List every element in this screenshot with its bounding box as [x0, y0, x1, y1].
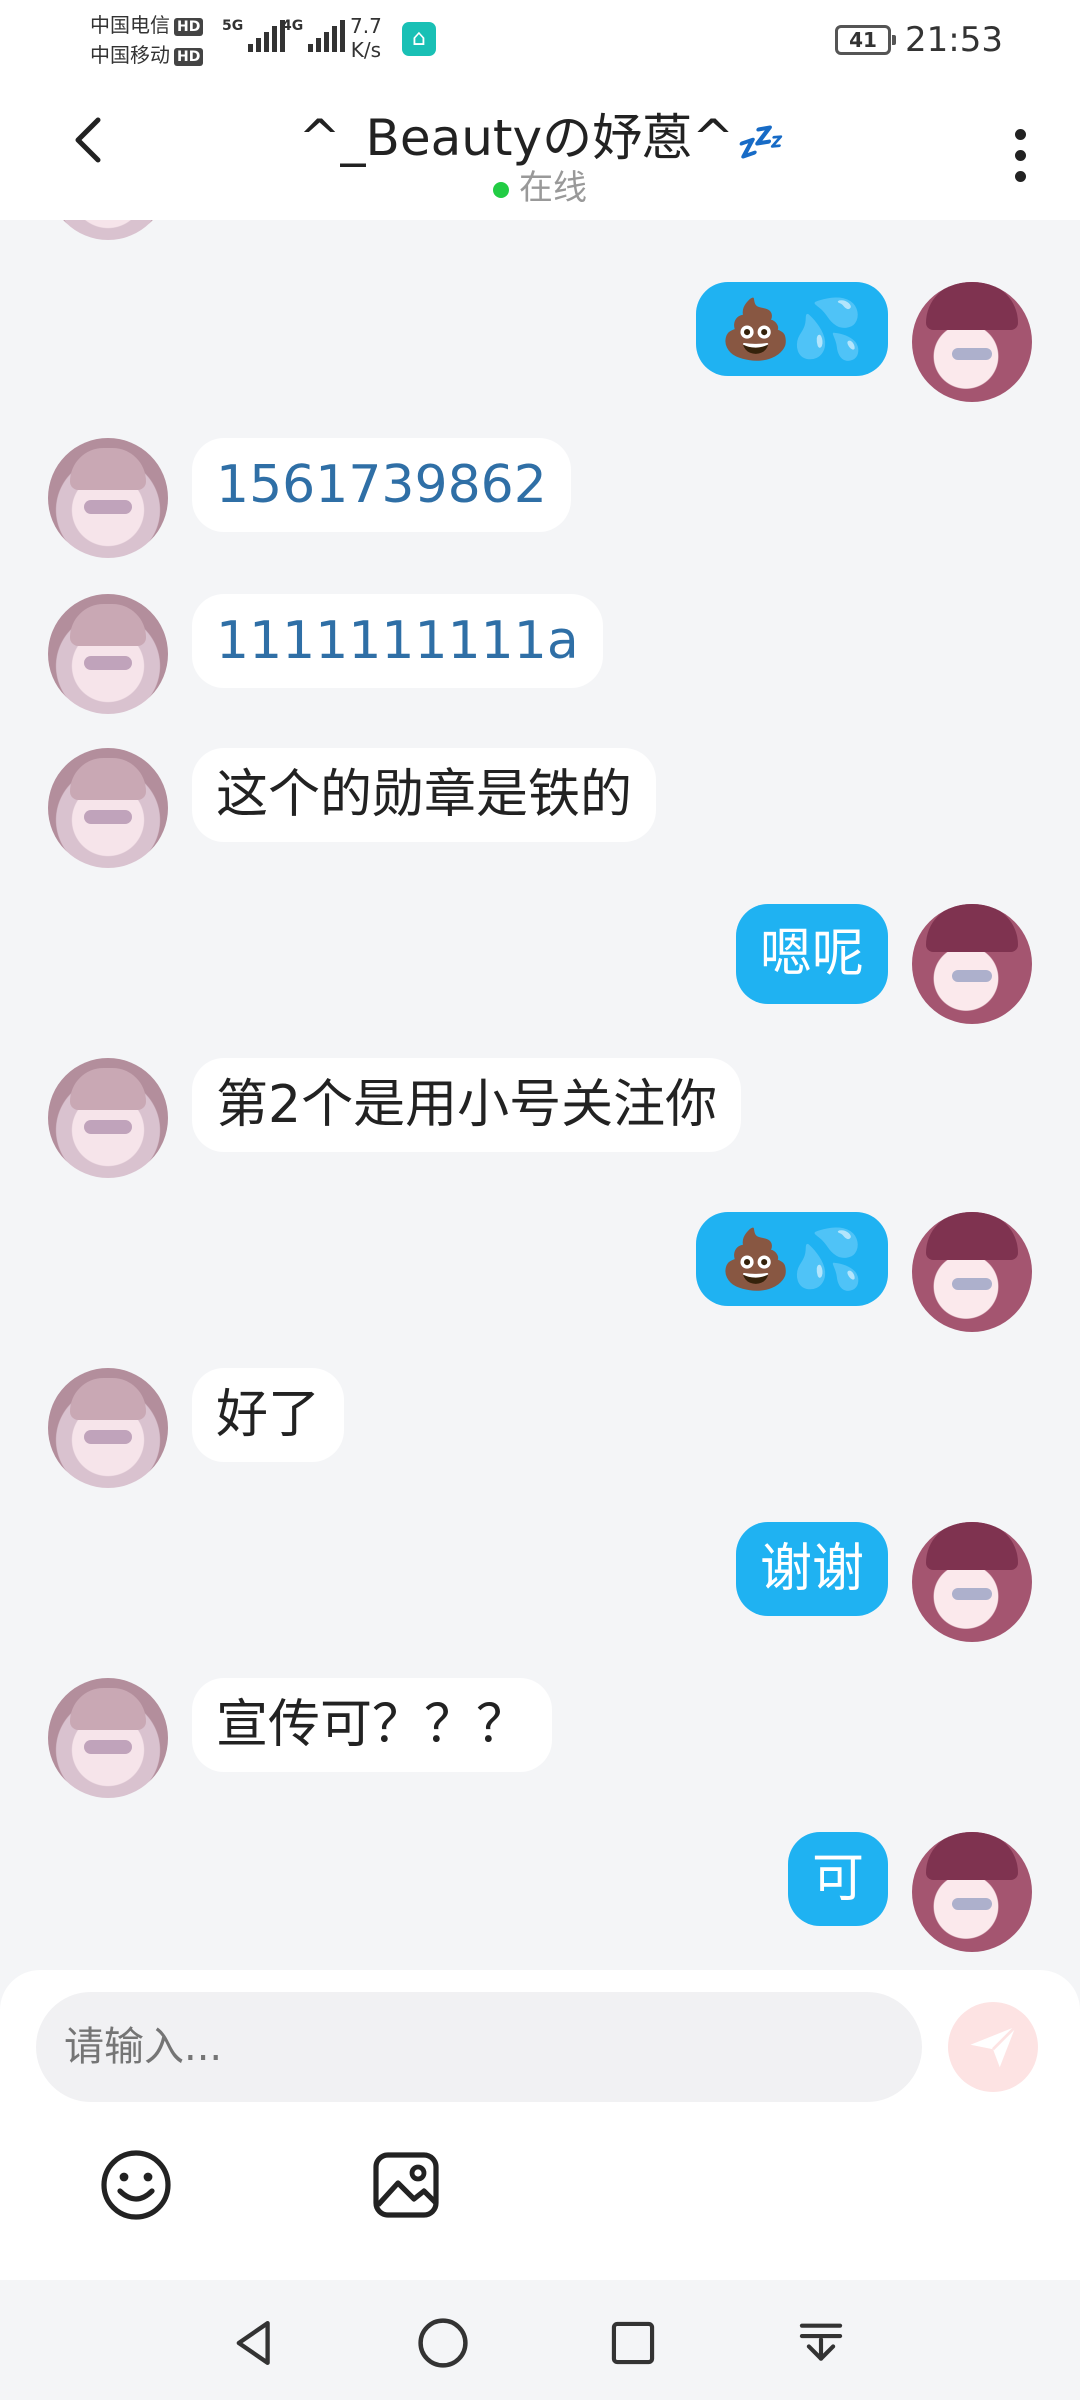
- message-input[interactable]: [36, 1992, 922, 2102]
- message-bubble-self[interactable]: 谢谢: [735, 1522, 888, 1616]
- message-row-other: 1561739862: [0, 438, 1080, 568]
- carrier-info: 中国电信 HD 中国移动 HD: [90, 10, 204, 70]
- message-row-other: 宣传可？？？: [0, 1678, 1080, 1808]
- my-avatar[interactable]: [912, 1212, 1032, 1332]
- clock: 21:53: [905, 20, 1003, 60]
- hd-badge-1: HD: [174, 17, 204, 36]
- online-dot-icon: [493, 181, 509, 198]
- message-bubble-other[interactable]: 1111111111a: [192, 594, 603, 688]
- contact-avatar[interactable]: [48, 1678, 168, 1798]
- system-navigation-bar: [0, 2280, 1080, 2400]
- my-avatar[interactable]: [912, 282, 1032, 402]
- contact-avatar[interactable]: [48, 1058, 168, 1178]
- signal-5g-icon: 5G: [222, 18, 286, 52]
- message-row-other: 第2个是用小号关注你: [0, 1058, 1080, 1188]
- contact-avatar[interactable]: [48, 220, 168, 240]
- message-row-other: 1111111111a: [0, 594, 1080, 724]
- nav-back-icon: [236, 2321, 270, 2365]
- chat-header: ^_Beautyの妤蒽^💤 在线: [0, 80, 1080, 220]
- more-options-button[interactable]: [990, 110, 1050, 200]
- nav-home-button[interactable]: [408, 2308, 478, 2378]
- sleep-emoji: 💤: [734, 120, 782, 164]
- message-row-partial: [0, 220, 1080, 250]
- network-speed: 7.7 K/s: [350, 14, 382, 62]
- message-bubble-self[interactable]: 嗯呢: [735, 904, 888, 1004]
- nav-notification-icon: [799, 2323, 843, 2361]
- signal-4g-label: 4G: [282, 18, 304, 34]
- hd-badge-2: HD: [174, 47, 204, 66]
- nav-back-button[interactable]: [220, 2308, 290, 2378]
- my-avatar[interactable]: [912, 904, 1032, 1024]
- message-row-self: 谢谢: [0, 1522, 1080, 1652]
- app-notification-icon: ⌂: [402, 22, 436, 56]
- message-bubble-other[interactable]: 好了: [192, 1368, 345, 1462]
- chat-title-text: ^_Beautyの妤蒽^: [298, 109, 735, 167]
- nav-recents-button[interactable]: [598, 2308, 668, 2378]
- send-button[interactable]: [948, 2002, 1038, 2092]
- message-bubble-other[interactable]: 这个的勋章是铁的: [192, 748, 657, 842]
- battery-level: 41: [849, 28, 877, 52]
- carrier-2: 中国移动: [90, 43, 170, 67]
- signal-5g-label: 5G: [222, 18, 244, 34]
- message-bubble-other[interactable]: 宣传可？？？: [192, 1678, 553, 1772]
- contact-avatar[interactable]: [48, 438, 168, 558]
- message-row-other: 好了: [0, 1368, 1080, 1498]
- emoji-button[interactable]: [96, 2145, 176, 2225]
- image-button[interactable]: [366, 2145, 446, 2225]
- online-status-text: 在线: [519, 168, 587, 208]
- message-row-other: 这个的勋章是铁的: [0, 748, 1080, 878]
- message-bubble-other[interactable]: 第2个是用小号关注你: [192, 1058, 742, 1152]
- more-vertical-icon: [1014, 128, 1026, 140]
- message-bubble-self[interactable]: 可: [787, 1832, 888, 1926]
- status-bar: 中国电信 HD 中国移动 HD 5G 4G 7.7 K/s ⌂ 41 21:53: [0, 0, 1080, 80]
- message-row-self: 可: [0, 1832, 1080, 1962]
- signal-4g-icon: 4G: [282, 18, 346, 52]
- nav-notification-button[interactable]: [786, 2308, 856, 2378]
- contact-avatar[interactable]: [48, 1368, 168, 1488]
- message-bubble-self[interactable]: 💩💦: [695, 282, 888, 376]
- online-status: 在线: [0, 160, 1080, 209]
- emoji-icon: [101, 2150, 171, 2220]
- contact-avatar[interactable]: [48, 594, 168, 714]
- message-row-self: 💩💦: [0, 1212, 1080, 1342]
- contact-avatar[interactable]: [48, 748, 168, 868]
- message-bubble-self[interactable]: 💩💦: [695, 1212, 888, 1306]
- message-row-self: 💩💦: [0, 282, 1080, 412]
- composer: [0, 1970, 1080, 2280]
- my-avatar[interactable]: [912, 1832, 1032, 1952]
- nav-recents-icon: [611, 2321, 655, 2365]
- message-list[interactable]: 💩💦 1561739862 1111111111a 这个的勋章是铁的 嗯呢 第2…: [0, 220, 1080, 1970]
- message-bubble-other[interactable]: 1561739862: [192, 438, 571, 532]
- network-speed-value: 7.7: [350, 14, 382, 38]
- carrier-1: 中国电信: [90, 13, 170, 37]
- message-row-self: 嗯呢: [0, 904, 1080, 1034]
- my-avatar[interactable]: [912, 1522, 1032, 1642]
- send-icon: [970, 2025, 1017, 2068]
- network-speed-unit: K/s: [350, 38, 382, 62]
- nav-home-icon: [418, 2318, 468, 2368]
- image-icon: [373, 2152, 439, 2218]
- battery-icon: 41: [835, 25, 896, 55]
